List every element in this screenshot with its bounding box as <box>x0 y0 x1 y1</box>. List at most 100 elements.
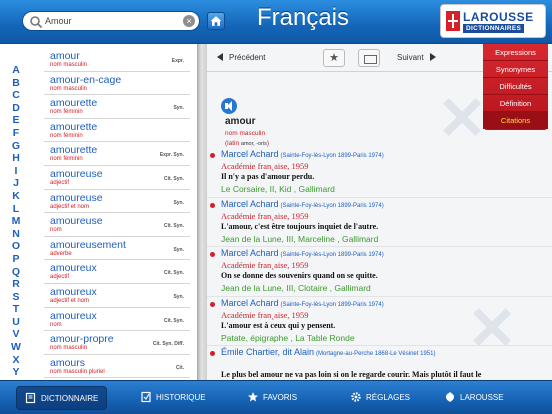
citation-author-dates: (Mortagne-au-Perche 1868-Le Vésinet 1951… <box>316 351 436 357</box>
alphabet-letter[interactable]: X <box>8 354 24 367</box>
list-item[interactable]: amourette nom féminin <box>44 119 190 143</box>
alphabet-letter[interactable]: E <box>8 114 24 127</box>
list-item[interactable]: amour-en-cage nom masculin <box>44 72 190 96</box>
citation-source: Jean de la Lune, III, Clotaire , Gallima… <box>221 283 371 293</box>
page-title: Français <box>256 4 350 31</box>
alphabet-letter[interactable]: M <box>8 215 24 228</box>
previous-button[interactable]: Précédent <box>217 53 265 62</box>
alphabet-letter[interactable]: K <box>8 190 24 203</box>
next-button[interactable]: Suivant <box>397 53 436 62</box>
home-button[interactable] <box>207 12 225 30</box>
list-item[interactable]: amoureux adjectif et nom Syn. <box>44 284 190 308</box>
list-item[interactable]: amour-propre nom masculin Cit. Syn. Diff. <box>44 331 190 355</box>
list-item-tags: Syn. <box>173 246 184 253</box>
alphabet-letter[interactable]: A <box>8 64 24 77</box>
tab-dictionnaire[interactable]: DICTIONNAIRE <box>16 386 108 410</box>
tab-dictionnaire-label: DICTIONNAIRE <box>41 394 99 403</box>
citation-source: Patate, épigraphe , La Table Ronde <box>221 332 355 343</box>
tab-citations[interactable]: Citations <box>483 112 548 129</box>
bullet-icon <box>210 202 215 208</box>
alphabet-letter[interactable]: H <box>8 152 24 165</box>
search-input[interactable] <box>45 14 185 28</box>
alphabet-letter[interactable]: R <box>8 278 24 291</box>
citation-author-link[interactable]: Marcel Achard (Sainte-Foy-lès-Lyon 1899-P… <box>221 199 384 209</box>
alphabet-letter[interactable]: B <box>8 77 24 90</box>
alphabet-letter[interactable]: S <box>8 291 24 304</box>
alphabet-letter[interactable]: F <box>8 127 24 140</box>
citation-academy: Académie fran¸aise, 1959 <box>221 260 309 270</box>
list-item-word: amoureuse <box>50 191 103 204</box>
alphabet-letter[interactable]: T <box>8 303 24 316</box>
alphabet-letter[interactable]: L <box>8 203 24 216</box>
alphabet-letter[interactable]: C <box>8 89 24 102</box>
alphabet-letter[interactable]: Q <box>8 266 24 279</box>
tab-favoris[interactable]: FAVORIS <box>247 386 297 410</box>
list-item-word: amour-propre <box>50 333 114 346</box>
tab-reglages-label: RÉGLAGES <box>366 393 411 402</box>
clear-search-icon[interactable]: × <box>183 15 195 27</box>
citation-author: Marcel Achard <box>221 248 279 258</box>
tab-définition[interactable]: Définition <box>483 95 548 112</box>
list-item[interactable]: amoureuse adjectif Cit. Syn. <box>44 166 190 190</box>
list-item-word: amoureusement <box>50 238 126 251</box>
list-item-word: amoureux <box>50 285 97 298</box>
tab-reglages[interactable]: RÉGLAGES <box>350 386 410 410</box>
citation-author-link[interactable]: Marcel Achard (Sainte-Foy-lès-Lyon 1899-P… <box>221 149 384 159</box>
list-item-word: amoureuse <box>50 215 103 228</box>
list-item[interactable]: amoureuse adjectif et nom Syn. <box>44 190 190 214</box>
mail-button[interactable] <box>358 49 380 67</box>
citation-author-link[interactable]: Émile Chartier, dit Alain (Mortagne-au-Pe… <box>221 347 435 357</box>
etymology-prefix: (latin <box>225 140 240 147</box>
list-item[interactable]: amoureusement adverbe Syn. <box>44 237 190 261</box>
alphabet-letter[interactable]: D <box>8 102 24 115</box>
alphabet-letter[interactable]: G <box>8 140 24 153</box>
bottom-tab-bar: DICTIONNAIRE HISTORIQUE FAVORIS RÉGLAGES… <box>0 380 552 414</box>
citation-source: Le Corsaire, II, Kid , Gallimard <box>221 184 335 194</box>
arrow-left-icon <box>217 53 223 61</box>
list-item[interactable]: amours nom masculin pluriel Cit. <box>44 355 190 379</box>
alphabet-index[interactable]: ABCDEFGHIJKLMNOPQRSTUVWXYZ <box>8 64 24 391</box>
alphabet-letter[interactable]: Y <box>8 366 24 379</box>
list-item[interactable]: amoureux nom Cit. Syn. <box>44 308 190 332</box>
section-tabs: Expressions Synonymes Difficultés Définitio… <box>483 44 548 130</box>
top-bar: × Français LAROUSSE DICTIONNAIRES <box>0 0 552 44</box>
citation-author-dates: (Sainte-Foy-lès-Lyon 1899-Paris 1974) <box>280 153 384 159</box>
larousse-flag-icon <box>446 11 460 31</box>
citation-item: Émile Chartier, dit Alain (Mortagne-au-Pe… <box>207 346 552 380</box>
larousse-icon <box>446 392 454 402</box>
citation-author: Émile Chartier, dit Alain <box>221 347 315 357</box>
list-item-word: amour <box>50 50 80 62</box>
alphabet-letter[interactable]: W <box>8 341 24 354</box>
tab-difficultés[interactable]: Difficultés <box>483 78 548 95</box>
list-item-category: nom <box>50 227 62 234</box>
list-item[interactable]: amoureuse nom Cit. Syn. <box>44 213 190 237</box>
alphabet-letter[interactable]: P <box>8 253 24 266</box>
list-item[interactable]: amourette nom féminin Expr. Syn. <box>44 142 190 166</box>
tab-historique[interactable]: HISTORIQUE <box>140 386 206 410</box>
list-item[interactable]: amourette nom féminin Syn. <box>44 95 190 119</box>
tab-expressions[interactable]: Expressions <box>483 44 548 61</box>
alphabet-letter[interactable]: O <box>8 240 24 253</box>
alphabet-letter[interactable]: U <box>8 316 24 329</box>
watermark-cross-icon: ✕ <box>437 85 488 152</box>
alphabet-letter[interactable]: V <box>8 328 24 341</box>
list-item[interactable]: amoureux adjectif Cit. Syn. <box>44 260 190 284</box>
alphabet-letter[interactable]: I <box>8 165 24 178</box>
list-item-word: amour-en-cage <box>50 73 122 86</box>
alphabet-letter[interactable]: N <box>8 228 24 241</box>
list-item-tags: Cit. <box>175 364 184 371</box>
favorite-button[interactable]: ★ <box>323 49 345 67</box>
list-item-tags: Syn. <box>173 105 184 112</box>
citation-author-link[interactable]: Marcel Achard (Sainte-Foy-lès-Lyon 1899-P… <box>221 248 384 258</box>
citation-author-dates: (Sainte-Foy-lès-Lyon 1899-Paris 1974) <box>280 301 384 308</box>
search-field[interactable]: × <box>22 11 200 31</box>
tab-synonymes[interactable]: Synonymes <box>483 61 548 78</box>
tab-larousse[interactable]: LAROUSSE <box>444 386 504 410</box>
arrow-right-icon <box>429 53 436 61</box>
tab-favoris-label: FAVORIS <box>263 393 298 402</box>
alphabet-letter[interactable]: J <box>8 177 24 190</box>
citation-author-link[interactable]: Marcel Achard (Sainte-Foy-lès-Lyon 1899-P… <box>221 298 384 308</box>
list-item[interactable]: amour nom masculin Expr. <box>44 48 190 72</box>
list-item-tags: Cit. Syn. Diff. <box>152 341 184 348</box>
speaker-icon[interactable] <box>221 98 237 114</box>
